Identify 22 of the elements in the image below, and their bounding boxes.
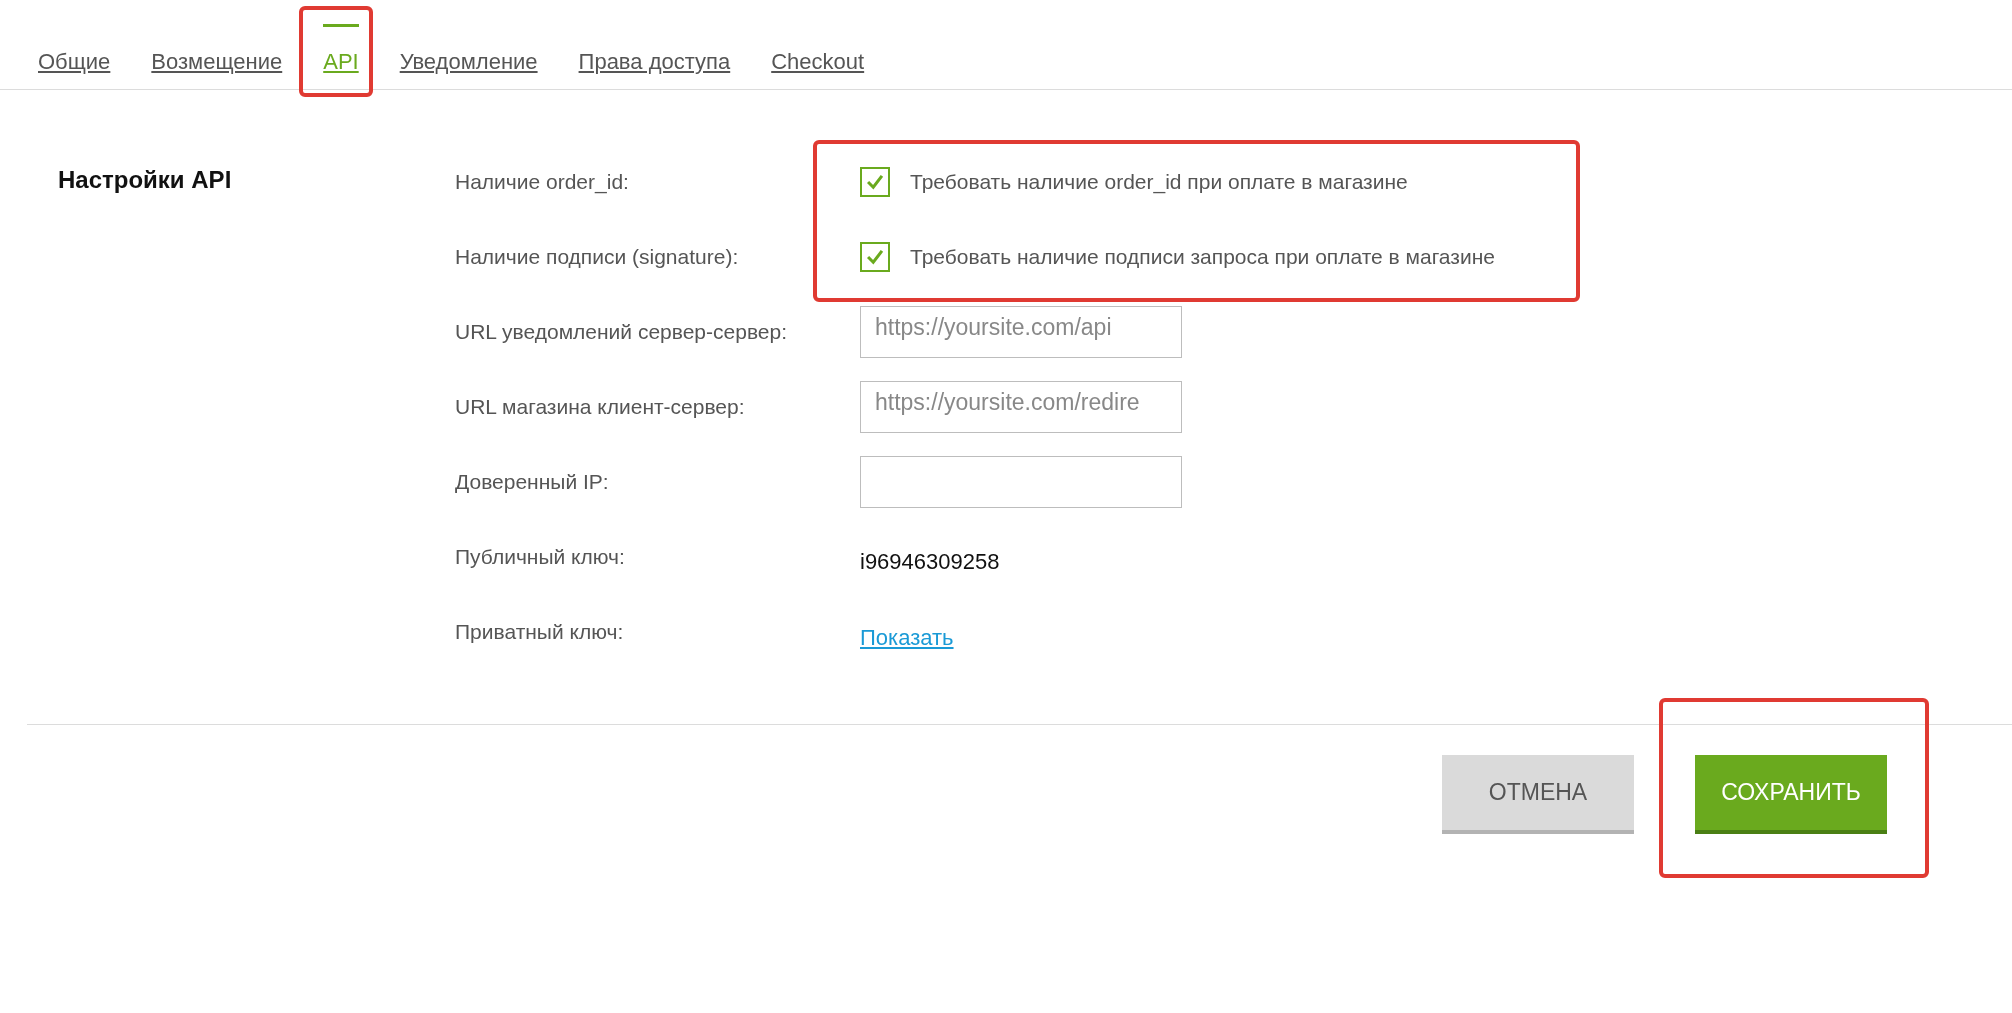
checkbox-label: Требовать наличие order_id при оплате в магазине	[910, 169, 1408, 194]
tab[interactable]: Checkout	[771, 24, 865, 89]
checkbox-label: Требовать наличие подписи запроса при оплате в магазине	[910, 244, 1495, 269]
key-value: i96946309258	[860, 548, 1000, 575]
field-label: Приватный ключ:	[455, 619, 625, 644]
tab[interactable]: Общие	[38, 24, 111, 89]
field-label: URL уведомлений сервер-сервер:	[455, 319, 788, 344]
input-field[interactable]	[860, 455, 1182, 508]
field-label: Доверенный IP:	[455, 469, 610, 494]
checkbox[interactable]	[860, 241, 890, 272]
input-field[interactable]: https://yoursite.com/api	[860, 305, 1182, 358]
field-label: Публичный ключ:	[455, 544, 626, 569]
tab[interactable]: Возмещение	[151, 24, 283, 89]
field-label: Наличие order_id:	[455, 169, 630, 194]
tab[interactable]: Права доступа	[578, 24, 731, 89]
field-label: Наличие подписи (signature):	[455, 244, 740, 269]
input-field[interactable]: https://yoursite.com/redire	[860, 380, 1182, 433]
section-title: Настройки API	[58, 165, 233, 195]
tab[interactable]: Уведомление	[399, 24, 538, 89]
checkbox[interactable]	[860, 166, 890, 197]
field-label: URL магазина клиент-сервер:	[455, 394, 746, 419]
cancel-button[interactable]: ОТМЕНА	[1442, 755, 1634, 834]
